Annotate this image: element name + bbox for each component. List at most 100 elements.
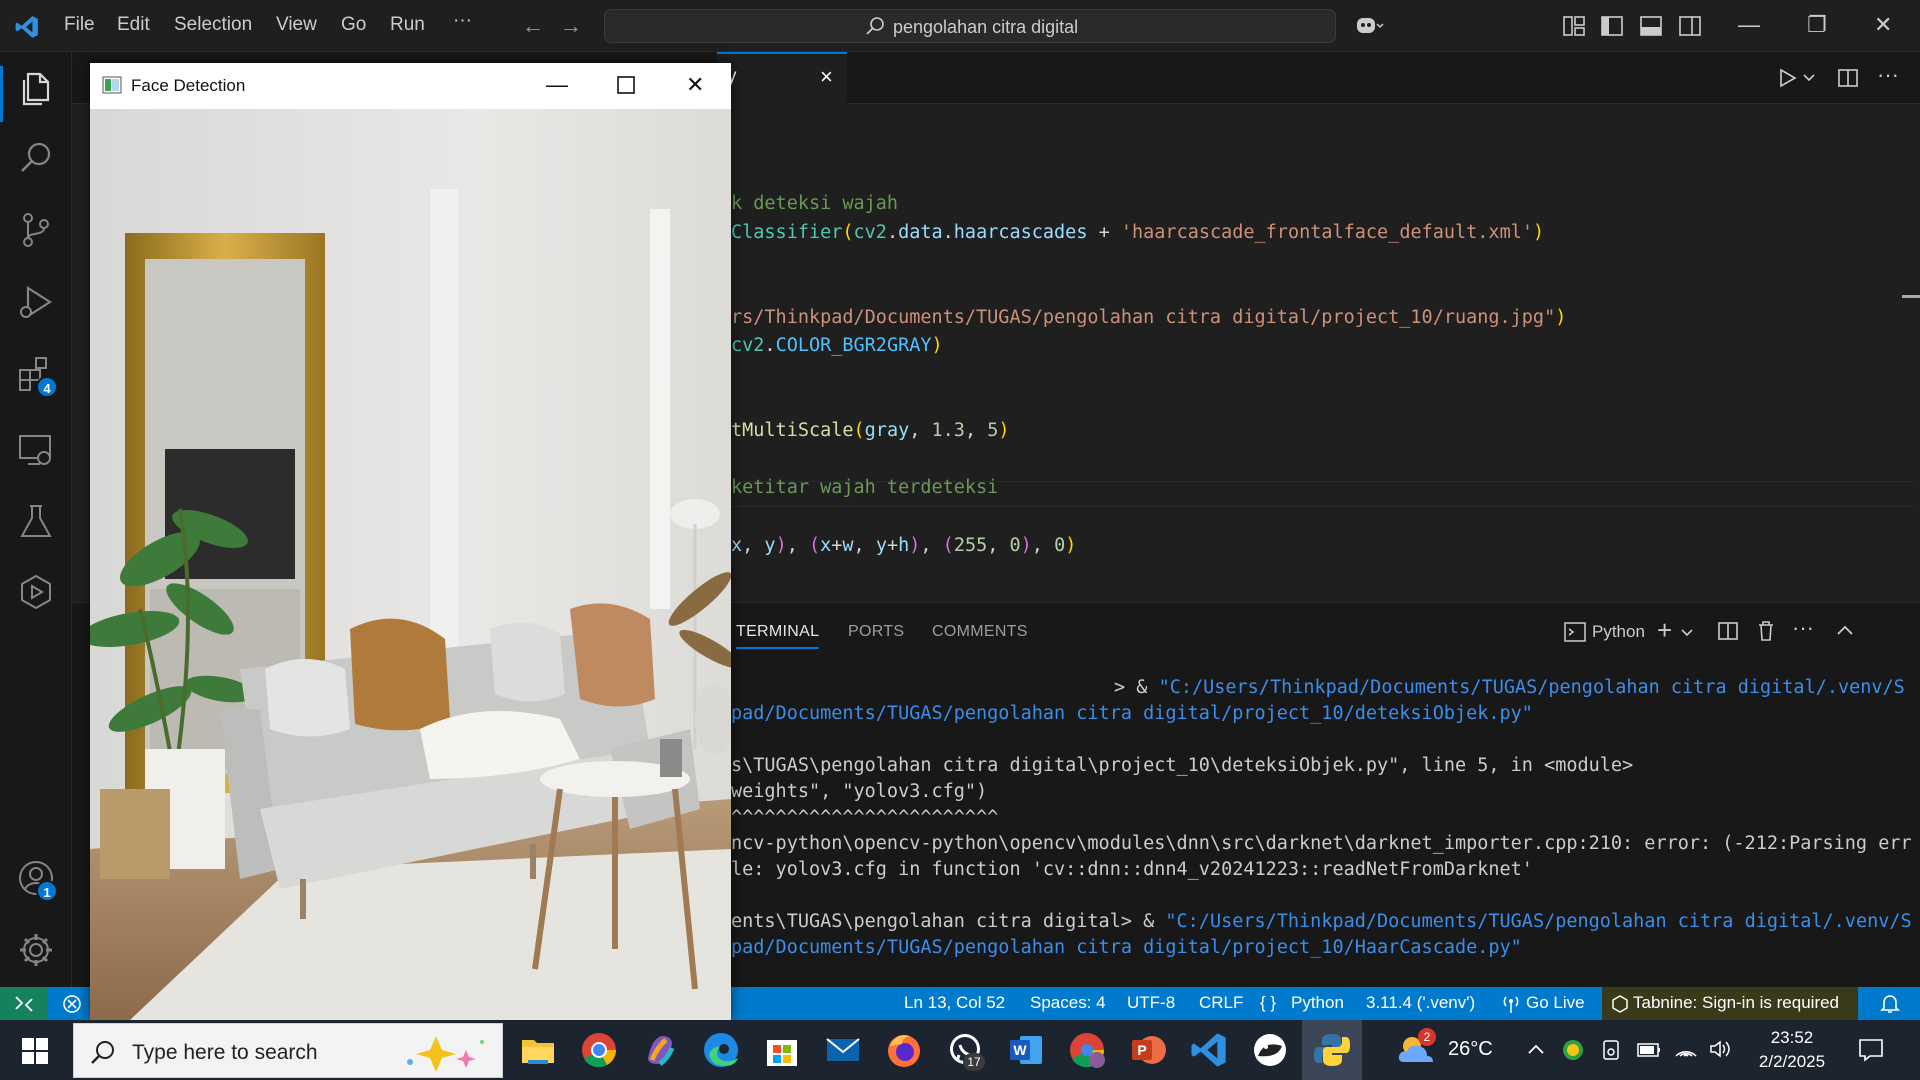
menu-run[interactable]: Run bbox=[390, 14, 425, 36]
word-icon[interactable]: W bbox=[1006, 1030, 1046, 1070]
kill-terminal-trash-icon[interactable] bbox=[1756, 620, 1776, 642]
deployment-icon[interactable] bbox=[16, 572, 56, 612]
menu-go[interactable]: Go bbox=[341, 14, 366, 36]
split-editor-icon[interactable] bbox=[1838, 68, 1858, 88]
manage-gear-icon[interactable] bbox=[16, 930, 56, 970]
tray-app-icon[interactable] bbox=[1562, 1039, 1584, 1061]
remote-indicator[interactable] bbox=[0, 987, 48, 1020]
tab-ports[interactable]: PORTS bbox=[848, 623, 904, 641]
menu-file[interactable]: File bbox=[64, 14, 95, 36]
search-icon[interactable] bbox=[16, 138, 56, 178]
code-token: 0 bbox=[1054, 535, 1066, 556]
game-icon[interactable] bbox=[1250, 1030, 1290, 1070]
code-line[interactable]: x, y), (x+w, y+h), (255, 0), 0) bbox=[731, 535, 1076, 556]
taskbar-search-box[interactable]: Type here to search bbox=[73, 1023, 503, 1078]
tray-device-icon[interactable] bbox=[1600, 1039, 1622, 1061]
code-line[interactable]: tMultiScale(gray, 1.3, 5) bbox=[731, 420, 1010, 441]
fd-minimize-icon[interactable]: — bbox=[546, 72, 568, 98]
new-terminal-plus-icon[interactable]: + bbox=[1657, 615, 1672, 646]
terminal-dropdown-chevron-icon[interactable] bbox=[1680, 627, 1694, 639]
vscode-icon[interactable] bbox=[1189, 1030, 1229, 1070]
copilot-icon[interactable] bbox=[1355, 14, 1385, 38]
editor-more-actions-icon[interactable]: ··· bbox=[1877, 62, 1899, 88]
toggle-primary-sidebar-icon[interactable] bbox=[1600, 14, 1624, 38]
run-dropdown-chevron-icon[interactable] bbox=[1802, 72, 1816, 84]
menu-view[interactable]: View bbox=[276, 14, 317, 36]
python-interpreter[interactable]: 3.11.4 ('.venv') bbox=[1366, 993, 1475, 1013]
menu-more[interactable]: ··· bbox=[453, 10, 472, 32]
indentation[interactable]: Spaces: 4 bbox=[1030, 993, 1106, 1013]
face-detection-window[interactable]: Face Detection — ✕ bbox=[90, 63, 731, 1020]
back-arrow-icon[interactable]: ← bbox=[522, 13, 544, 39]
edge-icon[interactable] bbox=[701, 1030, 741, 1070]
windows-start-icon[interactable] bbox=[22, 1038, 48, 1064]
python-icon[interactable] bbox=[1312, 1030, 1352, 1070]
terminal-text: pad/Documents/TUGAS/pengolahan citra dig… bbox=[731, 703, 1533, 724]
title-bar: File Edit Selection View Go Run ··· ← → … bbox=[0, 0, 1920, 52]
minimize-icon[interactable]: — bbox=[1738, 12, 1760, 38]
tab-comments[interactable]: COMMENTS bbox=[932, 623, 1028, 641]
face-detection-titlebar[interactable]: Face Detection — ✕ bbox=[90, 63, 731, 109]
tab-close-icon[interactable]: × bbox=[820, 64, 833, 90]
vscode-logo-icon[interactable] bbox=[14, 14, 40, 40]
wifi-icon[interactable] bbox=[1674, 1038, 1698, 1060]
chrome-icon[interactable] bbox=[579, 1030, 619, 1070]
activity-bar: 4 1 bbox=[0, 52, 72, 987]
code-token: Classifier bbox=[731, 222, 843, 243]
toggle-secondary-sidebar-icon[interactable] bbox=[1678, 14, 1702, 38]
source-control-icon[interactable] bbox=[16, 210, 56, 250]
terminal-text: le: yolov3.cfg in function 'cv::dnn::dnn… bbox=[731, 859, 1533, 880]
fd-maximize-icon[interactable] bbox=[617, 76, 635, 94]
terminal-profile-label[interactable]: Python bbox=[1592, 622, 1645, 642]
remote-explorer-icon[interactable] bbox=[16, 430, 56, 470]
file-encoding[interactable]: UTF-8 bbox=[1127, 993, 1175, 1013]
notifications-bell-icon[interactable] bbox=[1880, 993, 1900, 1015]
battery-icon[interactable] bbox=[1636, 1039, 1662, 1061]
maximize-panel-chevron-icon[interactable] bbox=[1836, 623, 1854, 637]
language-mode[interactable]: Python bbox=[1291, 993, 1344, 1013]
fd-close-icon[interactable]: ✕ bbox=[686, 72, 704, 98]
tab-terminal[interactable]: TERMINAL bbox=[736, 623, 820, 649]
code-line[interactable]: k deteksi wajah bbox=[731, 193, 898, 214]
mail-icon[interactable] bbox=[823, 1030, 863, 1070]
split-terminal-icon[interactable] bbox=[1718, 621, 1738, 641]
run-python-file-icon[interactable] bbox=[1777, 68, 1797, 88]
firefox-icon[interactable] bbox=[884, 1030, 924, 1070]
code-token: , bbox=[786, 535, 809, 556]
powerpoint-icon[interactable]: P bbox=[1128, 1030, 1168, 1070]
code-line[interactable]: Classifier(cv2.data.haarcascades + 'haar… bbox=[731, 222, 1544, 243]
code-token: ) bbox=[1532, 222, 1545, 243]
tabnine-status[interactable]: Tabnine: Sign-in is required bbox=[1633, 993, 1839, 1013]
menu-edit[interactable]: Edit bbox=[117, 14, 150, 36]
explorer-icon[interactable] bbox=[16, 68, 56, 108]
go-live-button[interactable]: Go Live bbox=[1526, 993, 1585, 1013]
show-hidden-icons-chevron-icon[interactable] bbox=[1527, 1043, 1545, 1055]
code-line[interactable]: rs/Thinkpad/Documents/TUGAS/pengolahan c… bbox=[731, 307, 1566, 328]
code-token: 255 bbox=[953, 535, 988, 556]
cursor-position[interactable]: Ln 13, Col 52 bbox=[904, 993, 1005, 1013]
restore-icon[interactable]: ❐ bbox=[1807, 12, 1827, 38]
microsoft-store-icon[interactable] bbox=[762, 1030, 802, 1070]
code-line[interactable]: ketitar wajah terdeteksi bbox=[731, 477, 998, 498]
clock-date[interactable]: 2/2/2025 bbox=[1748, 1052, 1836, 1072]
clock-time[interactable]: 23:52 bbox=[1759, 1028, 1825, 1048]
forward-arrow-icon[interactable]: → bbox=[560, 13, 582, 39]
toggle-panel-icon[interactable] bbox=[1639, 14, 1663, 38]
command-center-search[interactable]: pengolahan citra digital bbox=[604, 9, 1336, 43]
volume-icon[interactable] bbox=[1708, 1038, 1732, 1060]
chrome-profile-icon[interactable] bbox=[1067, 1030, 1107, 1070]
run-debug-icon[interactable] bbox=[16, 282, 56, 322]
panel-more-actions-icon[interactable]: ··· bbox=[1792, 615, 1814, 641]
no-problems-icon[interactable] bbox=[62, 994, 82, 1014]
terminal-text: ents\TUGAS\pengolahan citra digital> & bbox=[731, 911, 1166, 932]
temperature[interactable]: 26°C bbox=[1448, 1038, 1493, 1061]
close-window-icon[interactable]: ✕ bbox=[1874, 12, 1892, 38]
end-of-line[interactable]: CRLF bbox=[1199, 993, 1243, 1013]
code-line[interactable]: cv2.COLOR_BGR2GRAY) bbox=[731, 335, 943, 356]
copilot-icon[interactable] bbox=[640, 1030, 680, 1070]
notification-center-icon[interactable] bbox=[1858, 1038, 1884, 1062]
menu-selection[interactable]: Selection bbox=[174, 14, 252, 36]
file-explorer-icon[interactable] bbox=[518, 1030, 558, 1070]
testing-icon[interactable] bbox=[16, 502, 56, 542]
customize-layout-icon[interactable] bbox=[1562, 14, 1586, 38]
